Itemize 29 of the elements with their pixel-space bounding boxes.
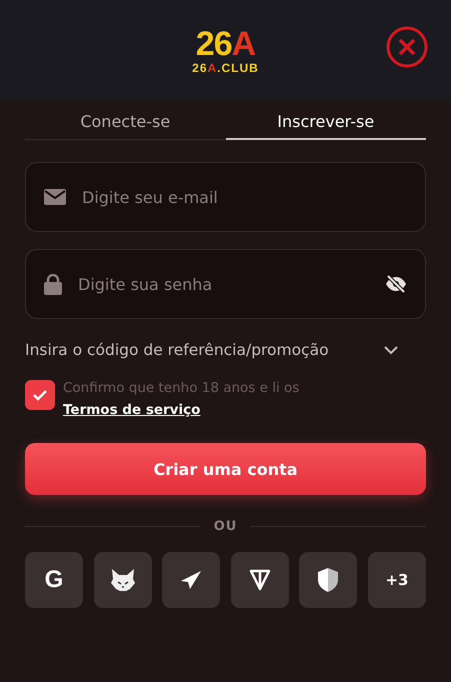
eye-slash-icon[interactable]: [385, 275, 407, 293]
shield-icon: [317, 567, 340, 593]
more-button[interactable]: +3: [368, 552, 426, 608]
terms-link[interactable]: Termos de serviço: [63, 402, 200, 418]
logo-title: 26A: [196, 26, 256, 60]
google-button[interactable]: G: [25, 552, 83, 608]
check-icon: [33, 390, 47, 400]
close-icon: [385, 25, 429, 69]
terms-text: Confirmo que tenho 18 anos e li os Termos de serviço: [63, 379, 300, 420]
terms-checkbox[interactable]: [25, 380, 55, 410]
password-field[interactable]: Digite sua senha: [76, 274, 371, 294]
chevron-icon: [384, 346, 398, 354]
create-account-button[interactable]: Criar uma conta: [25, 443, 426, 495]
tab[interactable]: Inscrever-se: [226, 100, 426, 140]
shield-button[interactable]: [299, 552, 358, 608]
promo-code-toggle[interactable]: Insira o código de referência/promoção: [25, 341, 426, 359]
triangle-icon: [248, 569, 271, 591]
close-button[interactable]: [385, 25, 429, 69]
email-field[interactable]: Digite seu e-mail: [80, 186, 407, 208]
tab[interactable]: Conecte-se: [25, 100, 226, 140]
paper-plane-icon: [180, 570, 202, 590]
ton-button[interactable]: [230, 552, 289, 608]
divider-label: OU: [214, 519, 238, 534]
logo-subtitle: 26A.CLUB: [192, 62, 259, 74]
envelope-icon: [44, 189, 66, 205]
telegram-button[interactable]: [162, 552, 220, 608]
fox-button[interactable]: [94, 552, 152, 608]
lock-icon: [44, 274, 62, 294]
fox-icon: [110, 568, 136, 592]
